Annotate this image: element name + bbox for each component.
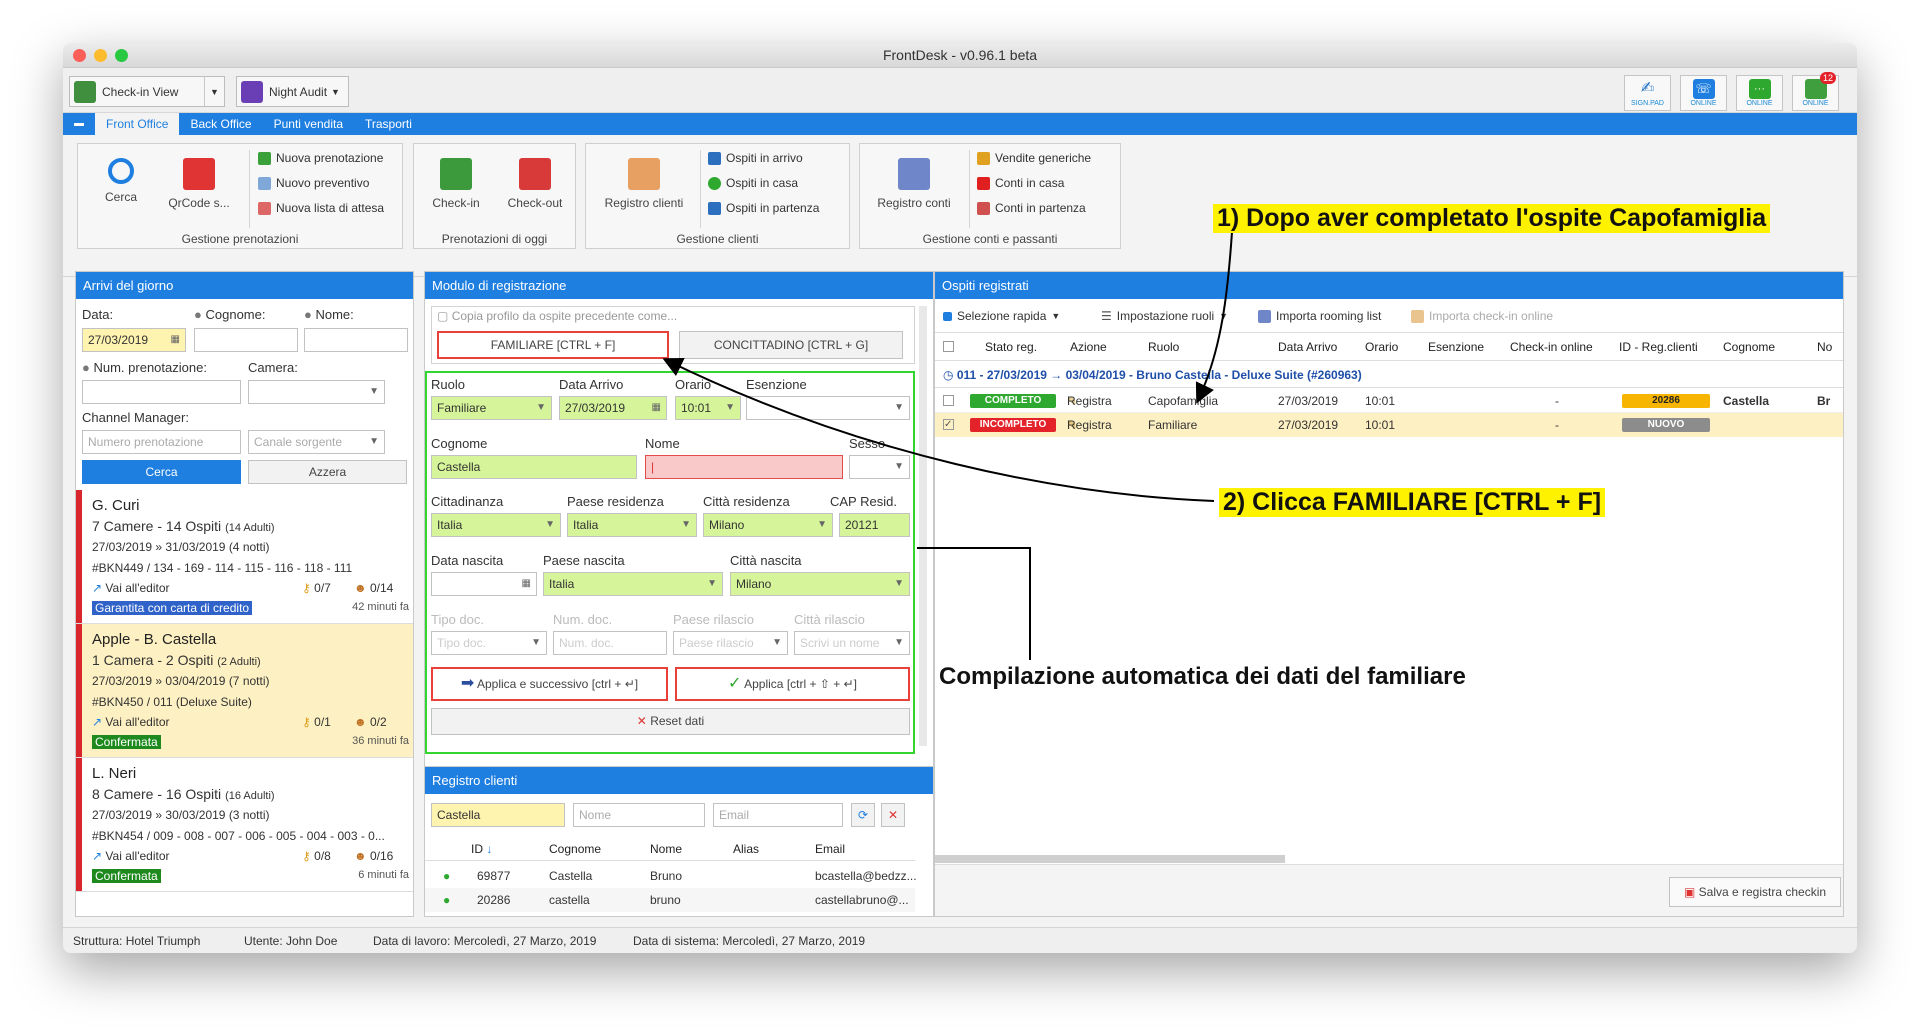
bracket-line <box>917 547 1031 660</box>
arrow-to-capofamiglia <box>1195 231 1233 404</box>
annotation-step-1: 1) Dopo aver completato l'ospite Capofam… <box>1213 204 1771 233</box>
annotation-step-2: 2) Clicca FAMILIARE [CTRL + F] <box>1219 488 1606 517</box>
annotation-arrows <box>662 231 1233 660</box>
arrow-to-familiare <box>662 358 1215 502</box>
annotation-auto-fill: Compilazione automatica dei dati del fam… <box>939 663 1466 690</box>
